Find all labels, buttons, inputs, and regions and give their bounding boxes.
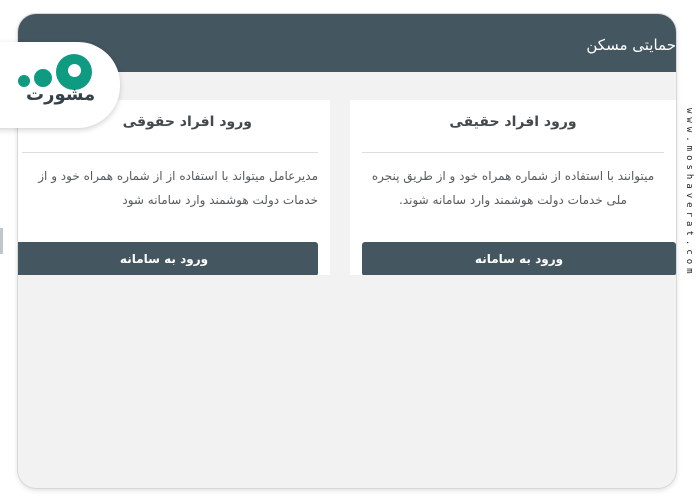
- page-header: حمایتی مسکن: [18, 14, 676, 72]
- card-description: میتوانند با استفاده از شماره همراه خود و…: [371, 169, 655, 207]
- legal-entity-login-button[interactable]: ورود به سامانه: [18, 242, 318, 275]
- natural-person-login-card: ورود افراد حقیقی میتوانند با استفاده از …: [350, 100, 676, 275]
- page-title: حمایتی مسکن: [586, 36, 676, 54]
- logo-text: مشورت: [26, 84, 96, 105]
- card-title: ورود افراد حقیقی: [449, 114, 577, 130]
- card-description: مدیرعامل میتواند با استفاده از از شماره …: [38, 169, 318, 207]
- card-divider: [22, 152, 318, 153]
- natural-person-login-button[interactable]: ورود به سامانه: [362, 242, 676, 275]
- card-divider: [362, 152, 664, 153]
- website-watermark: www.moshaverat.com: [684, 108, 694, 278]
- left-edge-mark-bottom: [0, 228, 3, 254]
- logo-dot-inner: [68, 64, 81, 77]
